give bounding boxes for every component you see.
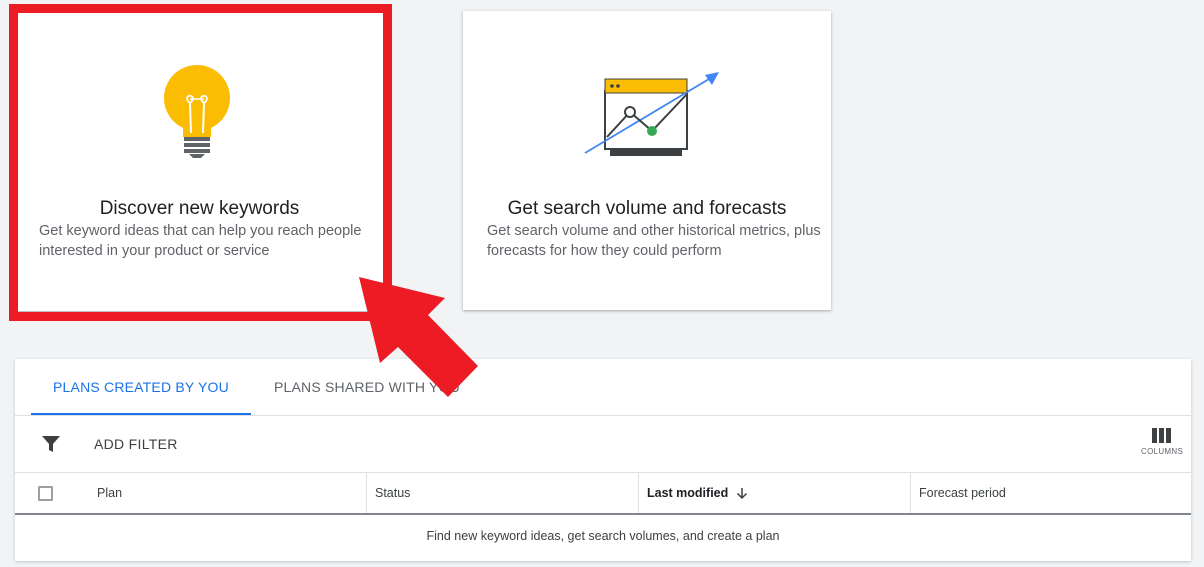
columns-label: COLUMNS (1141, 447, 1184, 456)
red-arrow-icon (359, 277, 478, 397)
discover-card-description: Get keyword ideas that can help you reac… (39, 223, 362, 259)
keyword-planner-page: Discover new keywords Get keyword ideas … (0, 0, 1204, 567)
column-header-last-modified-label: Last modified (647, 486, 729, 500)
empty-table-message: Find new keyword ideas, get search volum… (426, 529, 780, 543)
chart-window-icon (584, 72, 719, 156)
column-header-last-modified[interactable]: Last modified (638, 473, 910, 513)
discover-card-title: Discover new keywords (99, 198, 300, 219)
add-filter-button[interactable]: ADD FILTER (94, 436, 178, 452)
filter-bar: ADD FILTER COLUMNS (15, 416, 1191, 473)
search-volume-forecasts-card[interactable]: Get search volume and forecasts Get sear… (463, 11, 831, 310)
plans-tabs: PLANS CREATED BY YOU PLANS SHARED WITH Y… (15, 359, 1191, 416)
select-all-checkbox[interactable] (37, 485, 53, 501)
discover-keywords-card[interactable]: Discover new keywords Get keyword ideas … (16, 11, 383, 311)
plans-table-header: Plan Status Last modified Forecast perio… (15, 473, 1191, 515)
column-header-forecast-period[interactable]: Forecast period (910, 473, 1191, 513)
lightbulb-icon (164, 65, 230, 158)
filter-icon[interactable] (41, 435, 61, 453)
columns-button[interactable]: COLUMNS (1141, 428, 1183, 464)
plans-panel: PLANS CREATED BY YOU PLANS SHARED WITH Y… (15, 359, 1191, 561)
forecast-card-description: Get search volume and other historical m… (487, 223, 821, 259)
column-header-status[interactable]: Status (366, 473, 638, 513)
tab-plans-created-by-you[interactable]: PLANS CREATED BY YOU (31, 359, 251, 415)
column-header-plan[interactable]: Plan (75, 473, 366, 513)
columns-icon (1152, 428, 1171, 443)
select-all-cell (15, 473, 75, 513)
arrow-down-icon (736, 487, 748, 500)
forecast-card-title: Get search volume and forecasts (507, 198, 787, 219)
